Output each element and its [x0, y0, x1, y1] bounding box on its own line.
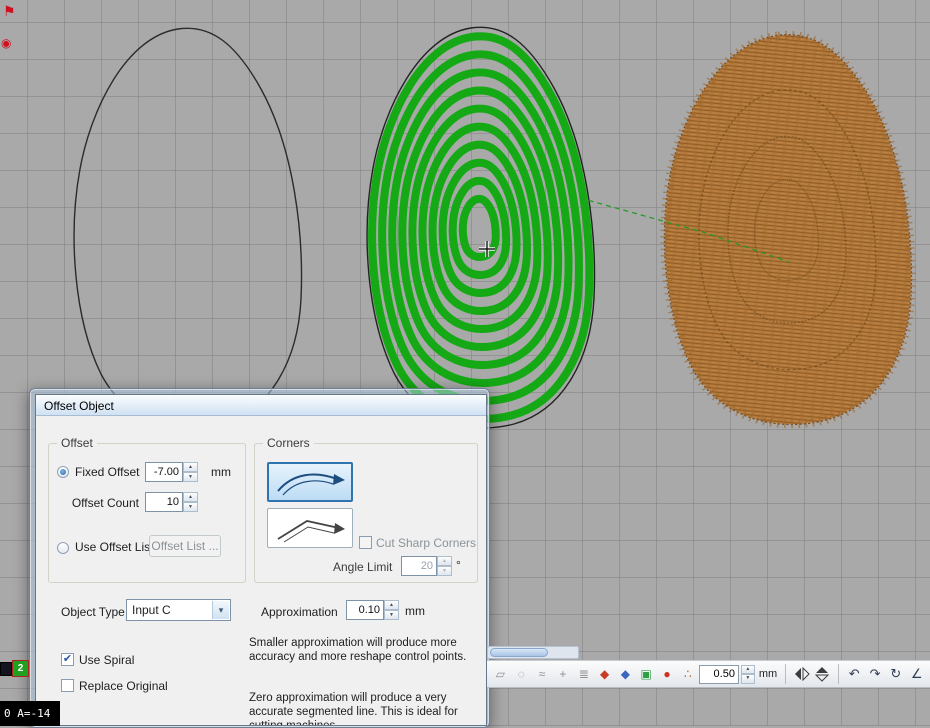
cut-sharp-corners-label: Cut Sharp Corners [376, 536, 476, 550]
skew-angle-icon[interactable]: ∠ [907, 665, 926, 684]
offset-count-spinner: ▲ ▼ [183, 492, 198, 512]
spin-down-icon[interactable]: ▼ [384, 610, 399, 620]
smooth-curve-icon[interactable]: ≈ [533, 665, 552, 684]
angle-limit-label: Angle Limit [333, 560, 392, 574]
angle-limit-spinner: ▲ ▼ [437, 556, 452, 576]
bottom-toolbar: ▱ ◌ ≈ + ≣ ◆ ◆ ▣ ● ∴ 0.50 ▲ ▼ mm ↶ ↷ ↻ ∠ [487, 660, 930, 688]
rotate-cw-icon[interactable]: ↷ [866, 665, 885, 684]
chevron-down-icon[interactable]: ▾ [212, 601, 229, 619]
stitch-length-input[interactable]: 0.50 [699, 665, 739, 684]
use-offset-list-radio[interactable] [57, 542, 69, 554]
stop-point-icon[interactable]: ● [658, 665, 677, 684]
fixed-offset-input[interactable]: -7.00 [145, 462, 183, 482]
outline-view-icon[interactable]: ◌ [512, 665, 531, 684]
replace-original-label: Replace Original [79, 679, 168, 693]
spin-down-icon[interactable]: ▼ [741, 674, 755, 684]
object-type-label: Object Type [61, 605, 125, 619]
toolbar-separator [838, 664, 839, 684]
approximation-label: Approximation [261, 605, 338, 619]
cut-sharp-corners-checkbox[interactable] [359, 536, 372, 549]
use-spiral-label: Use Spiral [79, 653, 134, 667]
color-chip-green[interactable]: 2 [12, 660, 29, 677]
rotate-any-icon[interactable]: ↻ [886, 665, 905, 684]
toolbar-separator [785, 664, 786, 684]
spin-down-icon[interactable]: ▼ [437, 566, 452, 576]
round-corners-button[interactable] [267, 462, 353, 502]
round-corner-icon [271, 466, 349, 498]
replace-original-checkbox[interactable] [61, 679, 74, 692]
node-edit-icon[interactable]: + [553, 665, 572, 684]
offset-count-label: Offset Count [59, 496, 139, 510]
scrollbar-thumb[interactable] [490, 648, 548, 657]
entry-marker-icon[interactable]: ◆ [616, 665, 635, 684]
spin-down-icon[interactable]: ▼ [183, 502, 198, 512]
spin-down-icon[interactable]: ▼ [183, 472, 198, 482]
dialog-title: Offset Object [44, 399, 114, 413]
spin-up-icon[interactable]: ▲ [183, 462, 198, 472]
corners-group-legend: Corners [263, 436, 314, 450]
fixed-offset-unit: mm [211, 465, 231, 479]
fixed-offset-label: Fixed Offset [75, 465, 139, 479]
spin-up-icon[interactable]: ▲ [741, 665, 755, 675]
connector-dots-icon[interactable]: ∴ [678, 665, 697, 684]
horizontal-scrollbar[interactable] [487, 646, 579, 659]
stitch-length-unit: mm [759, 668, 777, 680]
fixed-offset-spinner: ▲ ▼ [183, 462, 198, 482]
mirror-horizontal-icon[interactable] [792, 665, 811, 684]
approximation-input[interactable]: 0.10 [346, 600, 384, 620]
offset-count-input[interactable]: 10 [145, 492, 183, 512]
stitch-length-spinner: ▲ ▼ [741, 665, 755, 684]
flag-marker-icon[interactable]: ⚑ [3, 4, 16, 18]
stitched-shape[interactable] [665, 35, 911, 424]
use-spiral-checkbox[interactable]: ✔ [61, 653, 74, 666]
corners-group: Corners Cut Sharp Corners Angle Limit 20… [254, 443, 478, 583]
offset-list-button[interactable]: Offset List ... [149, 535, 221, 557]
sharp-corners-button[interactable] [267, 508, 353, 548]
mirror-vertical-icon[interactable] [813, 665, 832, 684]
mirror-horizontal-glyph [794, 667, 810, 681]
angle-limit-input[interactable]: 20 [401, 556, 437, 576]
color-chip-black[interactable] [0, 662, 12, 676]
use-offset-list-label: Use Offset List [75, 540, 153, 554]
mirror-vertical-glyph [815, 666, 829, 682]
offset-object-dialog: Offset Object Offset Fixed Offset -7.00 … [35, 394, 487, 726]
spin-up-icon[interactable]: ▲ [384, 600, 399, 610]
pin-marker-icon[interactable]: ◉ [1, 36, 11, 50]
spin-up-icon[interactable]: ▲ [437, 556, 452, 566]
sharp-corner-icon [271, 512, 349, 544]
angle-limit-unit: ° [456, 558, 461, 572]
diamond-marker-icon[interactable]: ◆ [595, 665, 614, 684]
rotate-ccw-icon[interactable]: ↶ [845, 665, 864, 684]
status-readout: 0 A=-14 [0, 701, 60, 726]
offset-group-legend: Offset [57, 436, 97, 450]
approximation-note-1: Smaller approximation will produce more … [249, 636, 484, 664]
approximation-note-2: Zero approximation will produce a very a… [249, 691, 487, 726]
offset-group: Offset Fixed Offset -7.00 ▲ ▼ mm Offset … [48, 443, 246, 583]
approximation-spinner: ▲ ▼ [384, 600, 399, 620]
spin-up-icon[interactable]: ▲ [183, 492, 198, 502]
dialog-titlebar[interactable]: Offset Object [36, 395, 486, 416]
approximation-unit: mm [405, 604, 425, 618]
check-icon: ✔ [63, 653, 72, 665]
object-type-combobox[interactable]: Input C ▾ [126, 599, 231, 621]
outline-shape[interactable] [74, 28, 301, 429]
color-block-icon[interactable]: ▣ [637, 665, 656, 684]
reshape-tool-icon[interactable]: ▱ [491, 665, 510, 684]
fixed-offset-radio[interactable] [57, 466, 69, 478]
offset-shape[interactable] [367, 27, 594, 428]
stitch-list-icon[interactable]: ≣ [574, 665, 593, 684]
object-type-value: Input C [132, 603, 171, 617]
